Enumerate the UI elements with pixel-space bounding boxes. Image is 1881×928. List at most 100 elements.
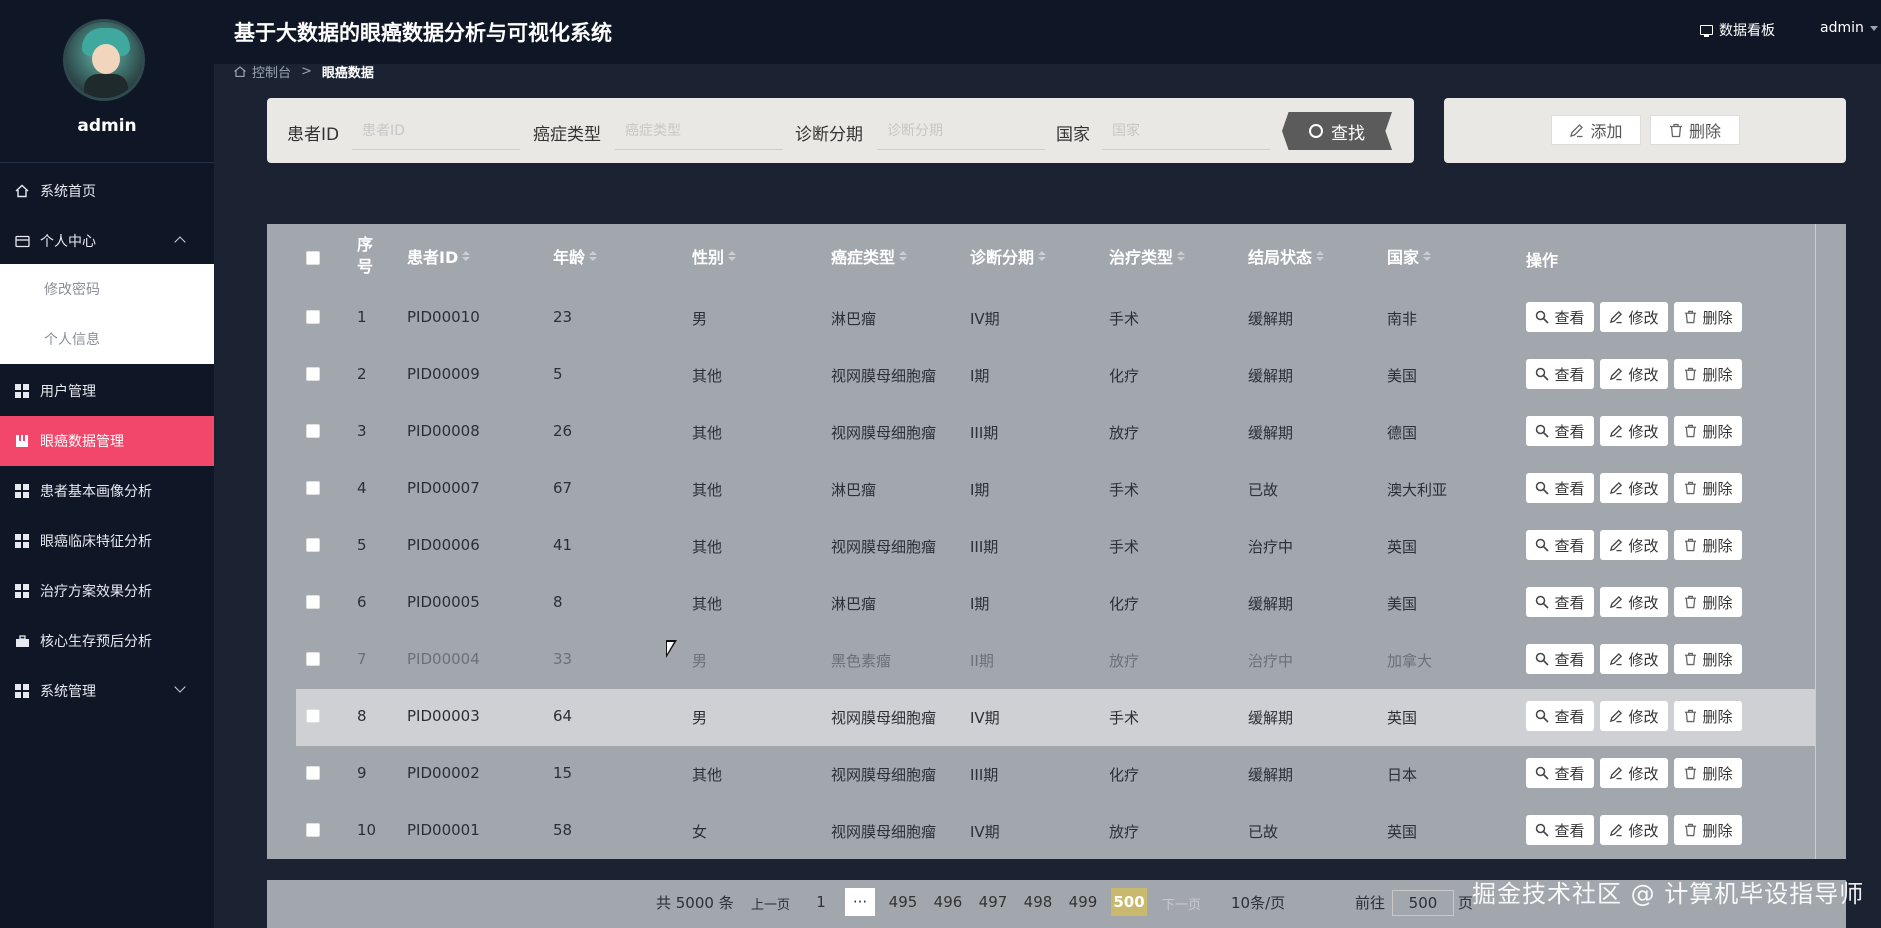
batch-delete-button[interactable]: 删除 <box>1650 115 1740 145</box>
pagination-goto-input[interactable] <box>1392 890 1454 916</box>
edit-button-label: 修改 <box>1628 821 1659 840</box>
sidebar-item-user-management[interactable]: 用户管理 <box>0 366 214 416</box>
pagination-current-page[interactable]: 500 <box>1111 888 1147 916</box>
search-input-stage[interactable] <box>877 112 1045 150</box>
row-checkbox[interactable] <box>306 481 320 495</box>
delete-button[interactable]: 删除 <box>1674 815 1742 845</box>
breadcrumb-home[interactable]: 控制台 <box>252 62 291 81</box>
cell-age: 23 <box>553 308 573 326</box>
cell-country: 南非 <box>1387 310 1418 328</box>
dashboard-link[interactable]: 数据看板 <box>1700 20 1775 40</box>
row-checkbox[interactable] <box>306 709 320 723</box>
sidebar-item-home[interactable]: 系统首页 <box>0 166 214 216</box>
search-input-country[interactable] <box>1102 112 1270 150</box>
view-button[interactable]: 查看 <box>1526 416 1594 446</box>
row-checkbox[interactable] <box>306 766 320 780</box>
delete-button[interactable]: 删除 <box>1674 530 1742 560</box>
search-button[interactable]: 查找 <box>1282 112 1392 150</box>
select-all-checkbox[interactable] <box>306 251 320 265</box>
row-checkbox[interactable] <box>306 595 320 609</box>
search-icon <box>1535 538 1550 552</box>
column-header-treatment[interactable]: 治疗类型 <box>1109 244 1186 268</box>
pagination-page-first[interactable]: 1 <box>810 888 832 916</box>
add-button[interactable]: 添加 <box>1551 115 1641 145</box>
pagination-page[interactable]: 498 <box>1020 888 1056 916</box>
view-button[interactable]: 查看 <box>1526 587 1594 617</box>
user-menu[interactable]: admin <box>1820 20 1878 36</box>
row-checkbox[interactable] <box>306 367 320 381</box>
delete-button[interactable]: 删除 <box>1674 644 1742 674</box>
cell-age: 41 <box>553 536 573 554</box>
search-input-patient-id[interactable] <box>352 112 520 150</box>
row-checkbox[interactable] <box>306 652 320 666</box>
cell-stage: III期 <box>970 538 999 556</box>
pagination-prev[interactable]: 上一页 <box>751 894 790 913</box>
edit-button[interactable]: 修改 <box>1600 530 1668 560</box>
pagination-page[interactable]: 497 <box>975 888 1011 916</box>
cell-country: 美国 <box>1387 367 1418 385</box>
column-header-stage[interactable]: 诊断分期 <box>970 244 1047 268</box>
sidebar-subitem-personal-info[interactable]: 个人信息 <box>0 314 214 364</box>
view-button[interactable]: 查看 <box>1526 473 1594 503</box>
edit-button[interactable]: 修改 <box>1600 815 1668 845</box>
column-header-gender[interactable]: 性别 <box>692 244 737 268</box>
delete-button[interactable]: 删除 <box>1674 302 1742 332</box>
cell-idx: 8 <box>357 707 367 725</box>
sidebar-item-system-management[interactable]: 系统管理 <box>0 666 214 716</box>
sidebar-item-clinical-feature-analysis[interactable]: 眼癌临床特征分析 <box>0 516 214 566</box>
delete-button[interactable]: 删除 <box>1674 473 1742 503</box>
view-button[interactable]: 查看 <box>1526 302 1594 332</box>
delete-button[interactable]: 删除 <box>1674 416 1742 446</box>
view-button[interactable]: 查看 <box>1526 701 1594 731</box>
pagination-next[interactable]: 下一页 <box>1162 894 1201 913</box>
edit-button[interactable]: 修改 <box>1600 473 1668 503</box>
column-header-outcome[interactable]: 结局状态 <box>1248 244 1325 268</box>
column-header-age[interactable]: 年龄 <box>553 244 598 268</box>
pagination-page[interactable]: 495 <box>885 888 921 916</box>
edit-button[interactable]: 修改 <box>1600 587 1668 617</box>
trash-icon <box>1683 481 1697 495</box>
view-button[interactable]: 查看 <box>1526 530 1594 560</box>
cell-idx: 4 <box>357 479 367 497</box>
view-button[interactable]: 查看 <box>1526 359 1594 389</box>
pagination-page[interactable]: 496 <box>930 888 966 916</box>
sidebar-subitem-change-password[interactable]: 修改密码 <box>0 264 214 314</box>
search-input-cancer-type[interactable] <box>615 112 783 150</box>
view-button[interactable]: 查看 <box>1526 758 1594 788</box>
delete-button[interactable]: 删除 <box>1674 359 1742 389</box>
edit-button[interactable]: 修改 <box>1600 416 1668 446</box>
edit-button[interactable]: 修改 <box>1600 302 1668 332</box>
cell-age: 58 <box>553 821 573 839</box>
edit-button[interactable]: 修改 <box>1600 701 1668 731</box>
row-checkbox[interactable] <box>306 538 320 552</box>
view-button[interactable]: 查看 <box>1526 815 1594 845</box>
cell-pid: PID00004 <box>407 650 480 668</box>
pagination-ellipsis[interactable]: ··· <box>845 888 875 916</box>
cell-treatment: 手术 <box>1109 310 1140 328</box>
column-header-patient-id[interactable]: 患者ID <box>407 244 471 268</box>
pagination-page[interactable]: 499 <box>1065 888 1101 916</box>
edit-button[interactable]: 修改 <box>1600 359 1668 389</box>
pagination-page-size[interactable]: 10条/页 <box>1231 892 1285 913</box>
row-checkbox[interactable] <box>306 310 320 324</box>
column-header-country[interactable]: 国家 <box>1387 244 1432 268</box>
cell-pid: PID00010 <box>407 308 480 326</box>
row-checkbox[interactable] <box>306 823 320 837</box>
cell-country: 澳大利亚 <box>1387 481 1448 499</box>
delete-button[interactable]: 删除 <box>1674 587 1742 617</box>
delete-button[interactable]: 删除 <box>1674 701 1742 731</box>
sidebar-item-survival-prognosis-analysis[interactable]: 核心生存预后分析 <box>0 616 214 666</box>
delete-button[interactable]: 删除 <box>1674 758 1742 788</box>
sidebar-item-patient-profile-analysis[interactable]: 患者基本画像分析 <box>0 466 214 516</box>
sidebar-item-personal-center[interactable]: 个人中心 <box>0 216 214 266</box>
row-checkbox[interactable] <box>306 424 320 438</box>
column-header-cancer-type[interactable]: 癌症类型 <box>831 244 908 268</box>
avatar[interactable] <box>63 19 145 101</box>
view-button[interactable]: 查看 <box>1526 644 1594 674</box>
sidebar-item-eye-cancer-data[interactable]: 眼癌数据管理 <box>0 416 214 466</box>
sidebar-item-treatment-effect-analysis[interactable]: 治疗方案效果分析 <box>0 566 214 616</box>
edit-button[interactable]: 修改 <box>1600 758 1668 788</box>
edit-button[interactable]: 修改 <box>1600 644 1668 674</box>
edit-button-label: 修改 <box>1628 593 1659 612</box>
header-label: 患者ID <box>407 248 459 267</box>
